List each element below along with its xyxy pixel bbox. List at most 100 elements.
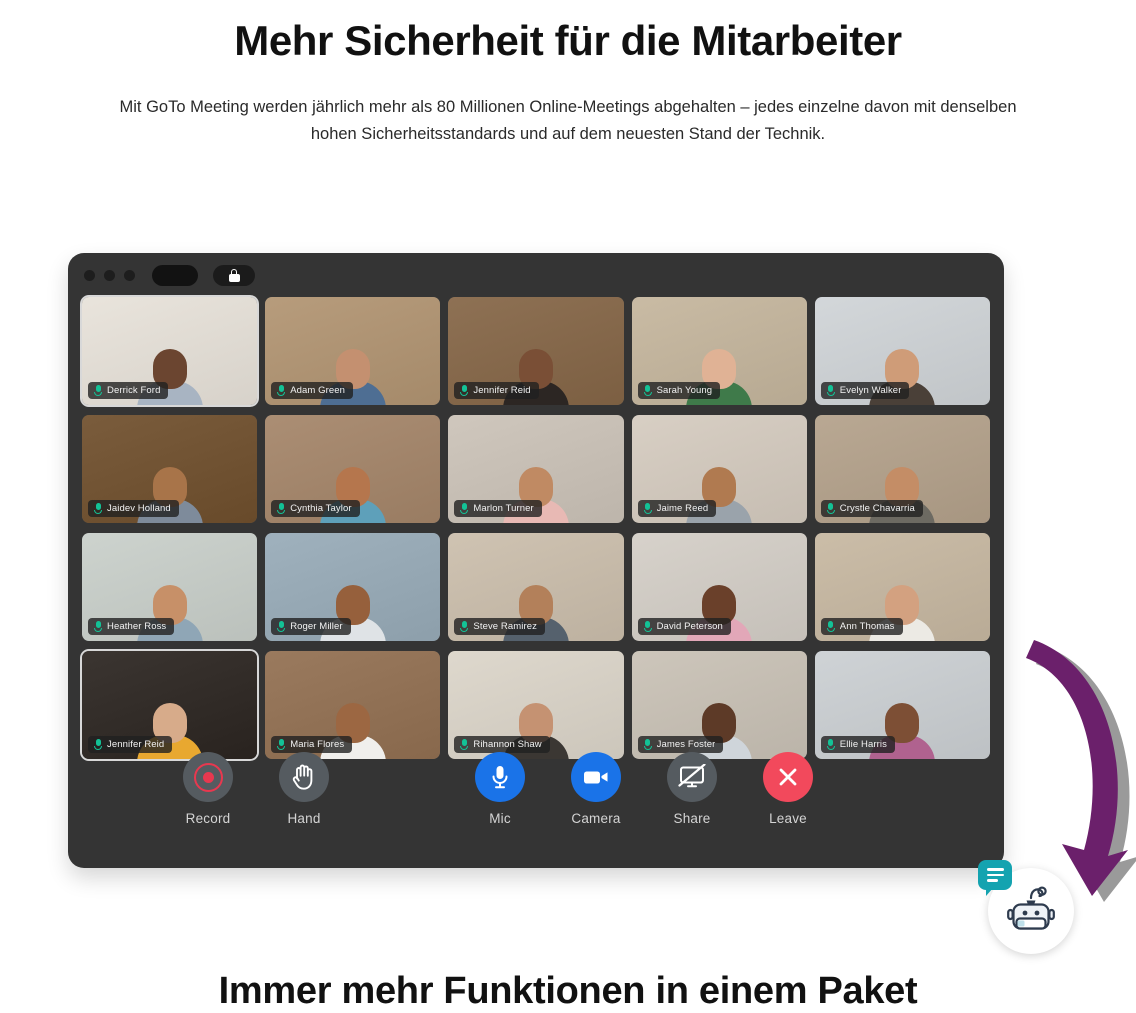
mic-on-icon	[277, 621, 286, 632]
participant-name: Steve Ramirez	[473, 621, 537, 632]
participant-name: Cynthia Taylor	[290, 503, 352, 514]
mic-on-icon	[826, 503, 835, 514]
participant-tile[interactable]: Adam Green	[265, 297, 441, 405]
share-button-circle	[667, 752, 717, 802]
record-button-label: Record	[185, 811, 231, 826]
participant-tile[interactable]: Jaidev Holland	[82, 415, 258, 523]
participant-tile[interactable]: Jaime Reed	[631, 415, 807, 523]
mic-on-icon	[460, 621, 469, 632]
chat-bubble-icon	[978, 860, 1012, 896]
participant-grid: Derrick Ford Adam Green Jennifer Reid Sarah…	[68, 295, 1004, 761]
participant-tile[interactable]: Crystle Chavarria	[814, 415, 990, 523]
participant-name-chip: Jaime Reed	[637, 500, 717, 517]
participant-name: Ann Thomas	[839, 621, 895, 632]
meeting-lock-button[interactable]	[213, 264, 255, 286]
mic-button[interactable]: Mic	[464, 752, 536, 826]
participant-name: Jaime Reed	[656, 503, 709, 514]
leave-button-circle	[763, 752, 813, 802]
participant-tile[interactable]: Marlon Turner	[448, 415, 624, 523]
participant-tile[interactable]: Sarah Young	[631, 297, 807, 405]
mic-on-icon	[643, 503, 652, 514]
page-subtitle: Mit GoTo Meeting werden jährlich mehr al…	[119, 98, 1017, 144]
participant-name: Heather Ross	[107, 621, 167, 632]
participant-name-chip: Adam Green	[271, 382, 354, 399]
participant-name-chip: Steve Ramirez	[454, 618, 545, 635]
mic-on-icon	[94, 503, 102, 514]
mic-on-icon	[826, 621, 835, 632]
participant-name: Evelyn Walker	[839, 385, 902, 396]
camera-button[interactable]: Camera	[560, 752, 632, 826]
window-dot-1[interactable]	[84, 269, 95, 281]
close-x-icon	[779, 768, 797, 786]
participant-name: Crystle Chavarria	[839, 503, 915, 514]
raise-hand-icon	[292, 764, 313, 790]
record-button[interactable]: Record	[172, 752, 244, 826]
mic-on-icon	[460, 503, 469, 514]
raise-hand-button-label: Hand	[287, 811, 321, 826]
participant-name-chip: Derrick Ford	[88, 382, 169, 399]
control-group-right: Mic Camera Share Leave	[464, 752, 824, 826]
mic-on-icon	[460, 385, 469, 396]
participant-name: Jennifer Reid	[473, 385, 531, 396]
camera-button-label: Camera	[571, 811, 621, 826]
record-button-circle	[183, 752, 233, 802]
participant-name-chip: Heather Ross	[88, 618, 175, 635]
chatbot-widget-button[interactable]	[978, 860, 1074, 954]
microphone-icon	[492, 766, 508, 789]
participant-name: Roger Miller	[290, 621, 343, 632]
bottom-section-title: Immer mehr Funktionen in einem Paket	[218, 970, 918, 1012]
participant-name: Adam Green	[290, 385, 346, 396]
participant-name-chip: Crystle Chavarria	[820, 500, 923, 517]
participant-tile[interactable]: Steve Ramirez	[448, 533, 624, 641]
mic-on-icon	[277, 385, 286, 396]
participant-tile[interactable]: Evelyn Walker	[814, 297, 990, 405]
window-pill-button[interactable]	[152, 264, 198, 286]
participant-name-chip: Evelyn Walker	[820, 382, 910, 399]
raise-hand-button-circle	[279, 752, 329, 802]
participant-tile[interactable]: Derrick Ford	[79, 295, 260, 407]
camera-button-circle	[571, 752, 621, 802]
lock-icon	[228, 268, 240, 282]
mic-on-icon	[277, 503, 286, 514]
mic-on-icon	[94, 621, 102, 632]
mic-on-icon	[643, 385, 652, 396]
participant-name-chip: Ann Thomas	[820, 618, 903, 635]
participant-name-chip: Jaidev Holland	[88, 500, 179, 517]
mic-on-icon	[826, 385, 835, 396]
page-title: Mehr Sicherheit für die Mitarbeiter	[234, 17, 902, 64]
participant-tile[interactable]: Cynthia Taylor	[265, 415, 441, 523]
screen-share-off-icon	[678, 764, 706, 788]
participant-tile[interactable]: David Peterson	[631, 533, 807, 641]
control-group-left: Record Hand	[172, 752, 340, 826]
mic-on-icon	[643, 621, 652, 632]
participant-name: Derrick Ford	[107, 385, 161, 396]
raise-hand-button[interactable]: Hand	[268, 752, 340, 826]
mic-button-label: Mic	[489, 811, 511, 826]
leave-button[interactable]: Leave	[752, 752, 824, 826]
participant-tile[interactable]: Roger Miller	[265, 533, 441, 641]
participant-name-chip: Jennifer Reid	[454, 382, 539, 399]
mic-button-circle	[475, 752, 525, 802]
participant-name-chip: Sarah Young	[637, 382, 721, 399]
participant-name-chip: Roger Miller	[271, 618, 351, 635]
window-dot-3[interactable]	[124, 269, 135, 281]
participant-name-chip: Cynthia Taylor	[271, 500, 360, 517]
robot-icon	[1007, 886, 1055, 930]
record-icon	[193, 762, 223, 792]
participant-name-chip: Marlon Turner	[454, 500, 542, 517]
participant-tile[interactable]: Ann Thomas	[814, 533, 990, 641]
share-button[interactable]: Share	[656, 752, 728, 826]
participant-tile[interactable]: Jennifer Reid	[448, 297, 624, 405]
meeting-window: Derrick Ford Adam Green Jennifer Reid Sarah…	[68, 253, 1004, 868]
leave-button-label: Leave	[769, 811, 807, 826]
window-dot-2[interactable]	[104, 269, 115, 281]
mic-on-icon	[94, 385, 102, 396]
participant-tile[interactable]: Heather Ross	[82, 533, 258, 641]
share-button-label: Share	[673, 811, 711, 826]
participant-name: Jaidev Holland	[107, 503, 171, 514]
video-camera-icon	[584, 771, 608, 784]
meeting-control-bar: Record Hand Mic Camera Share Leave	[68, 740, 1004, 868]
participant-name: Marlon Turner	[473, 503, 534, 514]
participant-name-chip: David Peterson	[637, 618, 731, 635]
participant-name: David Peterson	[656, 621, 723, 632]
